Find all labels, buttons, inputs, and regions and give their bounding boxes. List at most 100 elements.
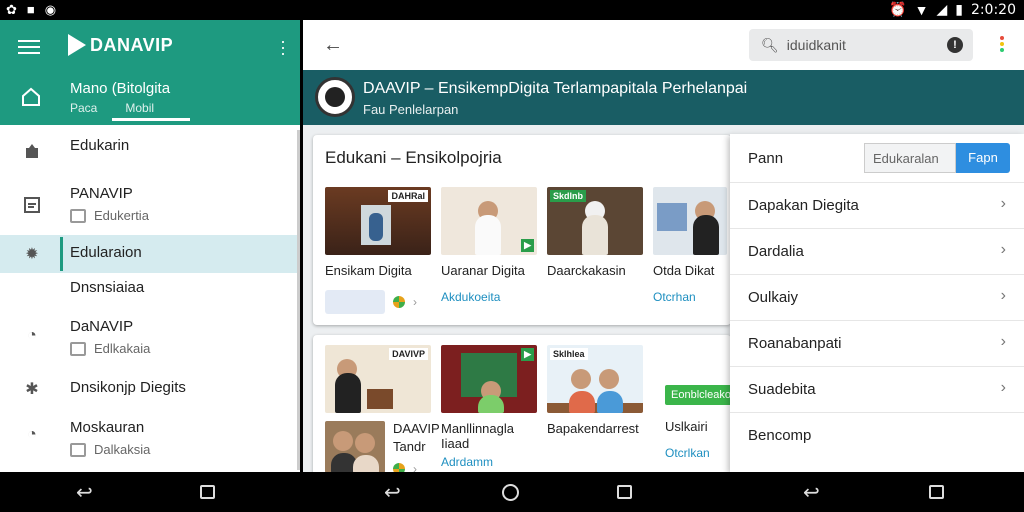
target-icon: ◉ <box>44 2 57 17</box>
filter-panel: Pann Edukaralan Fapn Dapakan Diegita › D… <box>730 134 1024 472</box>
profile-sub-a: Paca <box>70 101 98 115</box>
video-thumbnail[interactable]: ▶ <box>441 187 537 255</box>
search-icon: 🔍︎ <box>761 36 779 53</box>
tile-title: Uslkairi <box>665 419 708 434</box>
wifi-icon: ▼ <box>914 1 929 18</box>
content-card: Edukani – Ensikolpojria DAHRal Ensikam D… <box>313 135 731 325</box>
drawer-item-label: Dnsikonjp Diegits <box>70 379 186 396</box>
drawer-profile: Mano (Bitolgita Paca Mobil <box>70 80 170 115</box>
panel-item[interactable]: Bencomp <box>730 412 1024 458</box>
top-app-bar: ← 🔍︎ iduidkanit ! <box>303 20 1024 70</box>
home-nav-icon[interactable] <box>502 484 519 501</box>
recents-nav-icon[interactable] <box>617 485 632 499</box>
home-icon[interactable] <box>20 86 42 108</box>
drawer-item-0[interactable]: Edukarin <box>0 125 300 177</box>
back-nav-icon[interactable]: ↩ <box>76 480 93 505</box>
drawer-list: Edukarin PANAVIP Edukertia ✹ Edularaion … <box>0 125 300 472</box>
tile-title: Manllinnagla Iiaad <box>441 421 514 451</box>
panel-item[interactable]: Dapakan Diegita › <box>730 182 1024 228</box>
tile-meta: Otcrhan <box>653 290 696 304</box>
app-logo: DANAVIP <box>68 34 173 56</box>
banner-title: DAAVIP – EnsikempDigita Terlampapitala P… <box>363 80 748 97</box>
alarm-icon: ⏰ <box>889 1 907 17</box>
panel-item-label: Suadebita <box>748 381 816 398</box>
clock-icon: ◔ <box>27 327 37 344</box>
video-tile[interactable]: Eonblcleakol Uslkairi Otcrlkan <box>665 385 740 460</box>
video-thumbnail[interactable]: DAVIVP <box>325 345 431 413</box>
back-nav-icon[interactable]: ↩ <box>384 480 401 505</box>
banner-subtitle: Fau Penlelarpan <box>363 102 459 117</box>
tile-caption: DAAVIP Tandr › <box>393 421 440 472</box>
video-thumbnail[interactable]: ▶ <box>441 345 537 413</box>
more-options-icon[interactable] <box>1000 36 1004 54</box>
video-tile[interactable]: Skdlnb Daarckakasin <box>547 187 643 278</box>
page-banner: DAAVIP – EnsikempDigita Terlampapitala P… <box>303 70 1024 125</box>
panel-item-label: Oulkaiy <box>748 289 799 306</box>
status-clock: 2:0:20 <box>970 1 1016 18</box>
drawer-item-label: Edularaion <box>70 244 142 261</box>
drawer-item-1[interactable]: PANAVIP Edukertia <box>0 177 300 235</box>
drawer-item-2[interactable]: ✹ Edularaion <box>0 235 300 273</box>
main-content: ← 🔍︎ iduidkanit ! DAAVIP – EnsikempDigit… <box>303 20 1024 472</box>
chevron-right-icon: › <box>1000 287 1006 304</box>
battery-icon: ▮ <box>955 1 963 17</box>
more-options-icon[interactable]: · · · <box>280 32 286 62</box>
video-thumbnail[interactable]: DAHRal <box>325 187 431 255</box>
navigation-drawer: DANAVIP · · · Mano (Bitolgita Paca Mobil E… <box>0 20 300 472</box>
content-card: DAVIVP ▶ Manllinnagla Iiaad Adrdamm Sklh… <box>313 335 740 472</box>
play-logo-icon <box>68 34 86 56</box>
panel-item-label: Dardalia <box>748 243 804 260</box>
card-title: Edukani – Ensikolpojria <box>325 148 502 167</box>
profile-title: Mano (Bitolgita <box>70 80 171 97</box>
tile-title: Bapakendarrest <box>547 421 639 436</box>
alert-icon[interactable]: ! <box>947 37 963 53</box>
video-tile[interactable]: Sklhlea Bapakendarrest <box>547 345 643 436</box>
back-arrow-icon[interactable]: ← <box>323 34 343 57</box>
video-thumbnail[interactable]: Sklhlea <box>547 345 643 413</box>
back-nav-icon[interactable]: ↩ <box>803 480 820 505</box>
drawer-item-sublabel: Edlkakaia <box>94 341 151 356</box>
panel-item[interactable]: Dardalia › <box>730 228 1024 274</box>
recents-nav-icon[interactable] <box>200 485 215 499</box>
tile-title: Daarckakasin <box>547 263 626 278</box>
drawer-scrollbar[interactable] <box>297 130 300 470</box>
drawer-item-5[interactable]: ✱ Dnsikonjp Diegits <box>0 369 300 409</box>
menu-icon[interactable] <box>18 36 40 58</box>
tile-title: DAAVIP <box>393 421 440 436</box>
panel-item[interactable]: Suadebita › <box>730 366 1024 412</box>
search-field[interactable]: 🔍︎ iduidkanit ! <box>749 29 973 61</box>
panel-submit-button[interactable]: Fapn <box>956 143 1010 173</box>
clock-icon: ◔ <box>27 426 37 443</box>
video-tile[interactable]: ▶ Manllinnagla Iiaad Adrdamm <box>441 345 537 469</box>
drawer-item-6[interactable]: ◔ Moskauran Dalkaksia <box>0 409 300 472</box>
green-action-button[interactable]: Eonblcleakol <box>665 385 740 405</box>
video-thumbnail[interactable] <box>325 421 385 472</box>
tile-meta: Adrdamm <box>441 455 494 469</box>
star-icon: ✱ <box>25 381 39 398</box>
video-tile[interactable]: DAHRal Ensikam Digita › <box>325 187 431 314</box>
signal-icon: ◢ <box>936 1 948 17</box>
video-tile[interactable]: Otda Dikat Otcrhan <box>653 187 727 304</box>
panel-header: Pann Edukaralan Fapn <box>730 134 1024 182</box>
status-left-icons: ✿ ■ ◉ <box>6 2 56 18</box>
panel-item[interactable]: Roanabanpati › <box>730 320 1024 366</box>
video-thumbnail[interactable] <box>653 187 727 255</box>
drawer-item-label: Dnsnsiaiaa <box>70 279 145 296</box>
drawer-item-3[interactable]: Dnsnsiaiaa <box>0 273 300 306</box>
system-nav-bar: ↩ ↩ ↩ <box>0 472 1024 512</box>
video-tile[interactable]: DAVIVP <box>325 345 431 413</box>
app-name: DANAVIP <box>90 34 174 55</box>
recents-nav-icon[interactable] <box>929 485 944 499</box>
video-thumbnail[interactable]: Skdlnb <box>547 187 643 255</box>
tile-title: Ensikam Digita <box>325 263 412 278</box>
pinwheel-icon <box>393 296 405 308</box>
video-tile[interactable]: ▶ Uaranar Digita Akdukoeita <box>441 187 537 304</box>
panel-input[interactable]: Edukaralan <box>864 143 956 173</box>
tile-subtitle: Tandr <box>393 439 426 454</box>
panel-item[interactable]: Oulkaiy › <box>730 274 1024 320</box>
panel-item-label: Dapakan Diegita <box>748 197 859 214</box>
drawer-item-4[interactable]: ◔ DaNAVIP Edlkakaia <box>0 306 300 369</box>
chevron-right-icon: › <box>1000 379 1006 396</box>
video-tile[interactable] <box>325 421 385 472</box>
tile-title: Uaranar Digita <box>441 263 525 278</box>
